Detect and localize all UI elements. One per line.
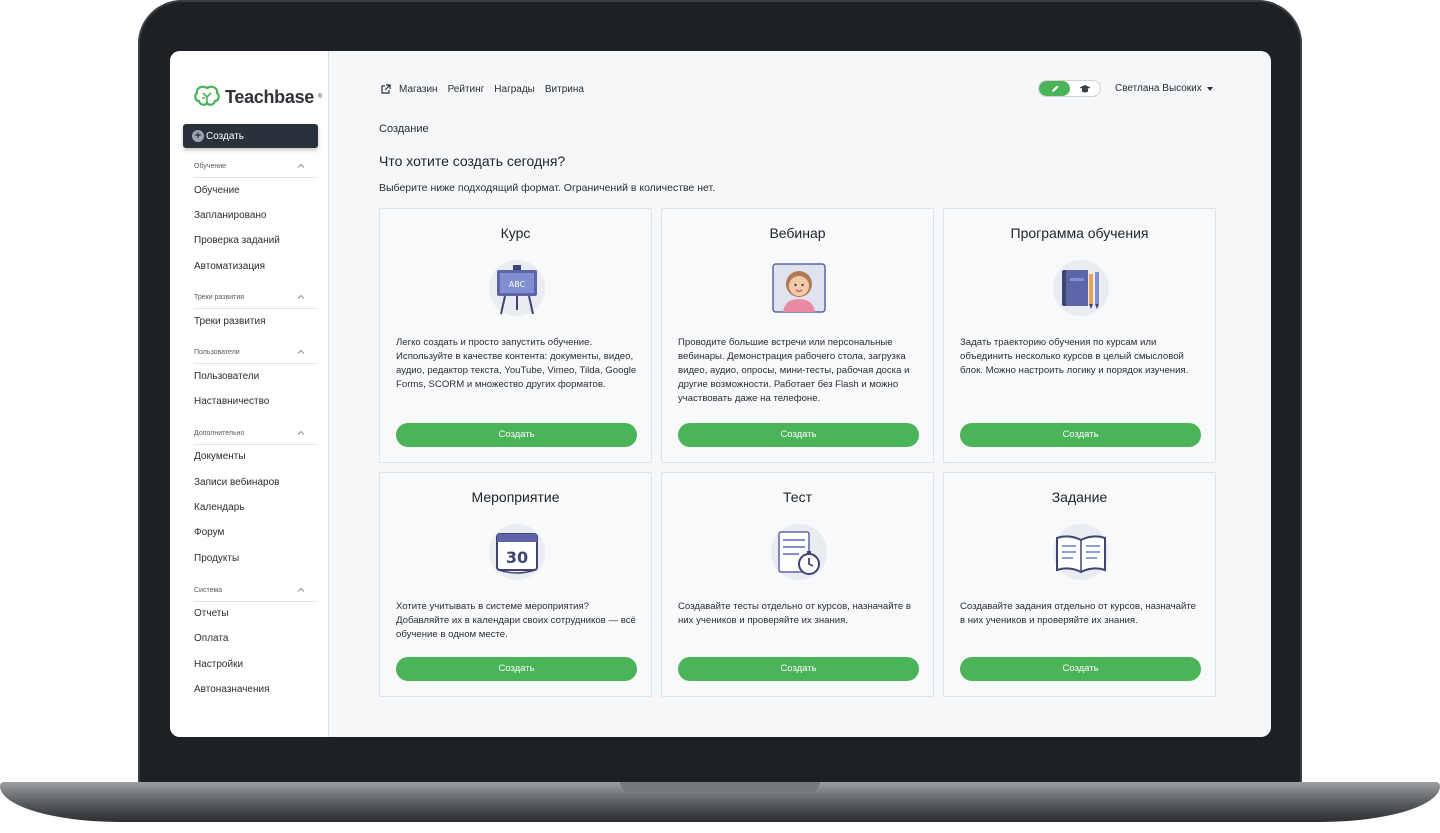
sidebar-item-forum[interactable]: Форум — [194, 527, 224, 538]
user-menu[interactable]: Светлана Высоких — [1115, 83, 1213, 94]
sidebar-item-learning[interactable]: Обучение — [194, 185, 240, 196]
top-nav: Магазин Рейтинг Награды Витрина — [380, 84, 584, 95]
sidebar-section-system[interactable]: Система — [194, 587, 317, 602]
nav-link-showcase[interactable]: Витрина — [545, 84, 584, 95]
create-event-button[interactable]: Создать — [396, 657, 637, 681]
card-description: Создавайте тесты отдельно от курсов, наз… — [678, 601, 911, 626]
sidebar-item-payment[interactable]: Оплата — [194, 633, 228, 644]
logo-registered-mark: ® — [318, 94, 323, 100]
card-title: Тест — [783, 489, 812, 505]
sidebar-item-tracks[interactable]: Треки развития — [194, 316, 265, 327]
sidebar-item-automation[interactable]: Автоматизация — [194, 261, 265, 272]
pencil-icon — [1051, 85, 1058, 92]
sidebar-item-webinar-records[interactable]: Записи вебинаров — [194, 477, 279, 488]
card-description: Проводите большие встречи или персональн… — [678, 337, 910, 404]
sidebar-item-task-review[interactable]: Проверка заданий — [194, 235, 280, 246]
logo[interactable]: Teachbase ® — [193, 85, 322, 109]
logo-text: Teachbase — [225, 86, 315, 107]
sidebar-section-title: Дополнительно — [194, 430, 245, 437]
chevron-up-icon — [297, 430, 305, 435]
sidebar-section-learning[interactable]: Обучение — [194, 163, 317, 178]
chevron-up-icon — [297, 587, 305, 592]
laptop-notch — [620, 782, 820, 792]
sidebar-item-products[interactable]: Продукты — [194, 553, 239, 564]
sidebar-section-title: Система — [194, 587, 223, 594]
sidebar-item-mentoring[interactable]: Наставничество — [194, 396, 269, 407]
page-title: Что хотите создать сегодня? — [379, 153, 566, 169]
chevron-up-icon — [297, 163, 305, 168]
sidebar-section-users[interactable]: Пользователи — [194, 349, 317, 364]
card-test: Тест Создавайте тесты отдельно от курсов… — [661, 472, 934, 697]
calendar-30-icon: 30 — [489, 524, 545, 580]
create-test-button[interactable]: Создать — [678, 657, 919, 681]
sidebar-item-users[interactable]: Пользователи — [194, 371, 259, 382]
brain-logo-icon — [194, 85, 220, 106]
sidebar-section-title: Пользователи — [194, 349, 240, 356]
svg-text:30: 30 — [506, 548, 528, 567]
chalkboard-abc-icon: ABC — [489, 260, 545, 316]
chevron-up-icon — [297, 349, 305, 354]
sidebar-item-settings[interactable]: Настройки — [194, 659, 243, 670]
card-title: Программа обучения — [1010, 225, 1149, 241]
checklist-stopwatch-icon — [771, 524, 827, 580]
sidebar: Teachbase ® + Создать Обучение Обучение З… — [170, 51, 329, 737]
sidebar-item-auto-assign[interactable]: Автоназначения — [194, 684, 270, 695]
nav-link-awards[interactable]: Награды — [494, 84, 535, 95]
sidebar-section-title: Треки развития — [194, 294, 245, 301]
card-description: Хотите учитывать в системе мероприятия? … — [396, 601, 636, 640]
create-program-button[interactable]: Создать — [960, 423, 1201, 447]
caret-down-icon — [1206, 86, 1213, 91]
card-learning-program: Программа обучения Задать траекторию обу… — [943, 208, 1216, 463]
sidebar-item-calendar[interactable]: Календарь — [194, 502, 244, 513]
svg-text:ABC: ABC — [509, 280, 526, 289]
sidebar-item-reports[interactable]: Отчеты — [194, 608, 229, 619]
mode-toggle[interactable] — [1038, 80, 1101, 97]
edit-mode-button[interactable] — [1039, 81, 1070, 96]
card-webinar: Вебинар Проводите большие встречи или пе… — [661, 208, 934, 463]
card-title: Вебинар — [769, 225, 826, 241]
card-description: Легко создать и просто запустить обучени… — [396, 337, 637, 390]
nav-link-shop[interactable]: Магазин — [399, 84, 438, 95]
create-button-label: Создать — [206, 130, 245, 142]
open-book-icon — [1053, 524, 1109, 580]
plus-circle-icon: + — [192, 130, 204, 142]
sidebar-section-title: Обучение — [194, 163, 227, 170]
app-screen: Teachbase ® + Создать Обучение Обучение З… — [170, 51, 1271, 737]
create-course-button[interactable]: Создать — [396, 423, 637, 447]
external-link-icon[interactable] — [380, 84, 391, 95]
card-description: Создавайте задания отдельно от курсов, н… — [960, 601, 1196, 626]
card-title: Задание — [1051, 489, 1108, 505]
card-title: Курс — [500, 225, 531, 241]
sidebar-section-additional[interactable]: Дополнительно — [194, 430, 317, 445]
user-name: Светлана Высоких — [1115, 83, 1202, 94]
breadcrumb: Создание — [379, 123, 429, 135]
card-title: Мероприятие — [471, 489, 560, 505]
sidebar-section-tracks[interactable]: Треки развития — [194, 294, 317, 309]
card-description: Задать траекторию обучения по курсам или… — [960, 337, 1189, 376]
sidebar-item-documents[interactable]: Документы — [194, 451, 246, 462]
learner-mode-button[interactable] — [1070, 81, 1100, 96]
create-button[interactable]: + Создать — [183, 124, 318, 148]
card-course: Курс ABC Легко создать и просто запустит… — [379, 208, 652, 463]
webinar-presenter-icon — [772, 263, 826, 313]
chevron-up-icon — [297, 294, 305, 299]
nav-link-rating[interactable]: Рейтинг — [448, 84, 485, 95]
create-webinar-button[interactable]: Создать — [678, 423, 919, 447]
page-subtitle: Выберите ниже подходящий формат. Огранич… — [379, 182, 716, 194]
notebook-pencils-icon — [1053, 260, 1109, 316]
graduation-cap-icon — [1079, 84, 1091, 92]
card-assignment: Задание Создавайте задания отдельно от к… — [943, 472, 1216, 697]
sidebar-item-scheduled[interactable]: Запланировано — [194, 210, 267, 221]
create-assignment-button[interactable]: Создать — [960, 657, 1201, 681]
card-event: Мероприятие 30 Хотите учитывать в систем… — [379, 472, 652, 697]
